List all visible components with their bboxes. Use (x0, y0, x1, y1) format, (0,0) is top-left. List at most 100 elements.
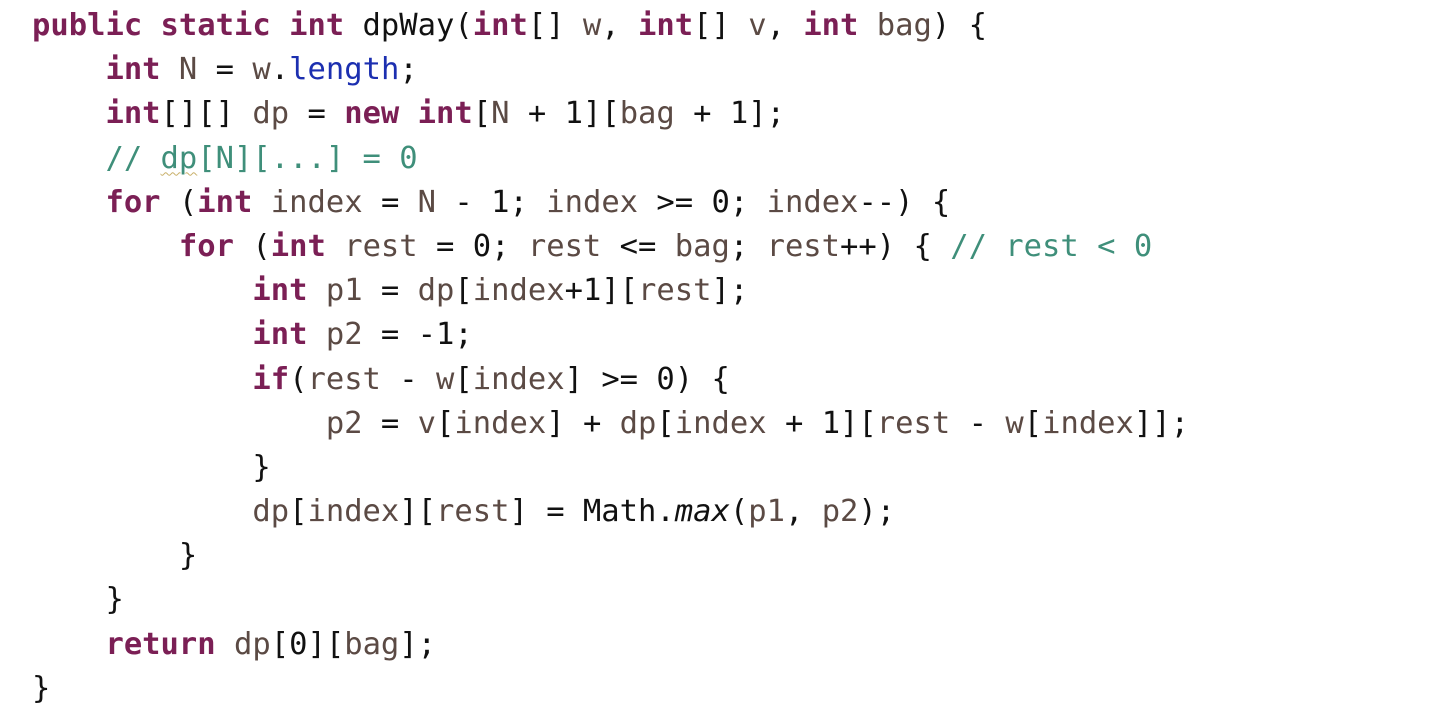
code-token: p2 (821, 494, 859, 530)
code-token: [ (454, 361, 473, 397)
code-token: +1][ (564, 273, 639, 309)
code-token: = -1; (362, 317, 473, 353)
code-token: dp (252, 96, 290, 132)
code-token: ); (858, 494, 896, 530)
code-token: index (270, 184, 363, 220)
code-token: = 0; (417, 228, 528, 264)
code-token: , (601, 8, 639, 43)
code-line: } (32, 534, 1189, 578)
code-token: int (197, 184, 253, 220)
code-token: ]; (399, 626, 437, 662)
code-token: } (32, 538, 198, 574)
code-token: ; (729, 228, 767, 264)
code-token: index (472, 273, 565, 309)
code-token: ]; (711, 273, 749, 309)
code-block[interactable]: public static int dpWay(int[] w, int[] v… (32, 4, 1189, 711)
code-line: for (int rest = 0; rest <= bag; rest++) … (32, 225, 1189, 269)
code-token: [ (436, 405, 455, 441)
code-line: if(rest - w[index] >= 0) { (32, 358, 1189, 402)
code-line: p2 = v[index] + dp[index + 1][rest - w[i… (32, 402, 1189, 446)
code-token: = (362, 405, 418, 441)
code-token: [][] (160, 96, 253, 132)
code-token: p1 (325, 273, 363, 309)
code-token: ] + (546, 405, 620, 441)
code-token: , (784, 494, 822, 530)
code-token: ) { (931, 8, 987, 43)
code-token: p2 (325, 405, 363, 441)
code-token: ] = Math. (509, 494, 675, 530)
code-token: --) { (858, 184, 951, 220)
code-token: ; (399, 52, 418, 88)
code-token: } (32, 449, 271, 485)
code-token: rest (876, 405, 951, 441)
code-token: + 1][ (509, 96, 620, 132)
code-token: . (270, 52, 290, 88)
code-line: } (32, 578, 1189, 622)
code-token: int (252, 317, 308, 353)
code-token: = (362, 273, 418, 309)
code-token: - (950, 405, 1006, 441)
code-line: int p1 = dp[index+1][rest]; (32, 269, 1189, 313)
code-token: dp (234, 626, 271, 662)
code-token: index (766, 184, 859, 220)
code-line: int p2 = -1; (32, 313, 1189, 357)
code-token: bag (344, 626, 400, 662)
code-token: int (105, 52, 161, 88)
code-editor[interactable]: public static int dpWay(int[] w, int[] v… (0, 0, 1443, 711)
code-token: int (105, 96, 161, 132)
code-token: N (491, 96, 510, 132)
code-token: // rest < 0 (950, 228, 1153, 264)
code-token: p1 (748, 494, 785, 530)
code-token: int (472, 8, 528, 43)
code-token: + 1]; (674, 96, 785, 132)
code-token: [] (527, 8, 583, 43)
code-line: } (32, 667, 1189, 711)
code-token: v (748, 8, 767, 43)
code-token: w (252, 52, 271, 88)
code-line: for (int index = N - 1; index >= 0; inde… (32, 181, 1189, 225)
code-line: public static int dpWay(int[] w, int[] v… (32, 4, 1189, 48)
code-token: int (270, 228, 326, 264)
code-token: int (638, 8, 694, 43)
code-token: - (380, 361, 437, 397)
code-token: >= 0; (638, 184, 767, 220)
code-token: index (472, 361, 565, 397)
code-token: - 1; (436, 184, 547, 220)
code-token: // (105, 140, 161, 176)
code-token: max (674, 494, 730, 530)
code-line: int N = w.length; (32, 48, 1189, 92)
code-token: N (178, 52, 198, 88)
code-token: [ (1023, 405, 1043, 441)
code-token: dp (160, 140, 198, 176)
code-token: rest (344, 228, 418, 264)
code-token: dp (619, 405, 657, 441)
code-line: int[][] dp = new int[N + 1][bag + 1]; (32, 92, 1189, 136)
code-token: ( (289, 361, 308, 397)
code-token: int (803, 8, 859, 43)
code-token: for (105, 184, 161, 220)
code-token: } (32, 670, 51, 706)
code-token: bag (619, 96, 675, 132)
code-token: v (417, 405, 437, 441)
code-token: [ (454, 273, 473, 309)
code-token: index (546, 184, 639, 220)
code-token: ]]; (1133, 405, 1190, 441)
code-line: // dp[N][...] = 0 (32, 137, 1189, 181)
code-token: public static int (32, 8, 345, 43)
code-token: for (178, 228, 234, 264)
code-line: return dp[0][bag]; (32, 623, 1189, 667)
code-token: rest (766, 228, 841, 264)
code-token: = (289, 96, 345, 132)
